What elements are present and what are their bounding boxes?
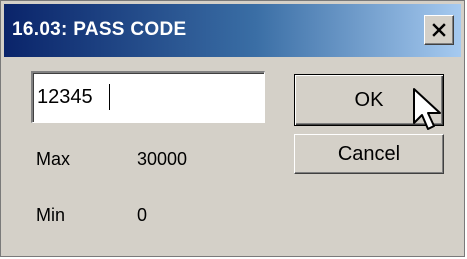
pass-code-dialog: 16.03: PASS CODE OK Cancel Max 30000 Min… bbox=[0, 0, 465, 257]
close-icon bbox=[432, 23, 446, 37]
min-label: Min bbox=[36, 205, 66, 225]
window-title: 16.03: PASS CODE bbox=[12, 19, 187, 40]
pass-code-field[interactable] bbox=[31, 71, 265, 123]
min-value: 0 bbox=[137, 205, 148, 225]
ok-button[interactable]: OK bbox=[294, 74, 444, 126]
pass-code-input[interactable] bbox=[37, 81, 257, 113]
cancel-button[interactable]: Cancel bbox=[294, 134, 444, 174]
text-caret bbox=[109, 84, 110, 110]
max-label: Max bbox=[36, 149, 71, 169]
close-button[interactable] bbox=[424, 15, 454, 45]
title-bar[interactable]: 16.03: PASS CODE bbox=[4, 4, 461, 57]
max-value: 30000 bbox=[137, 149, 188, 169]
